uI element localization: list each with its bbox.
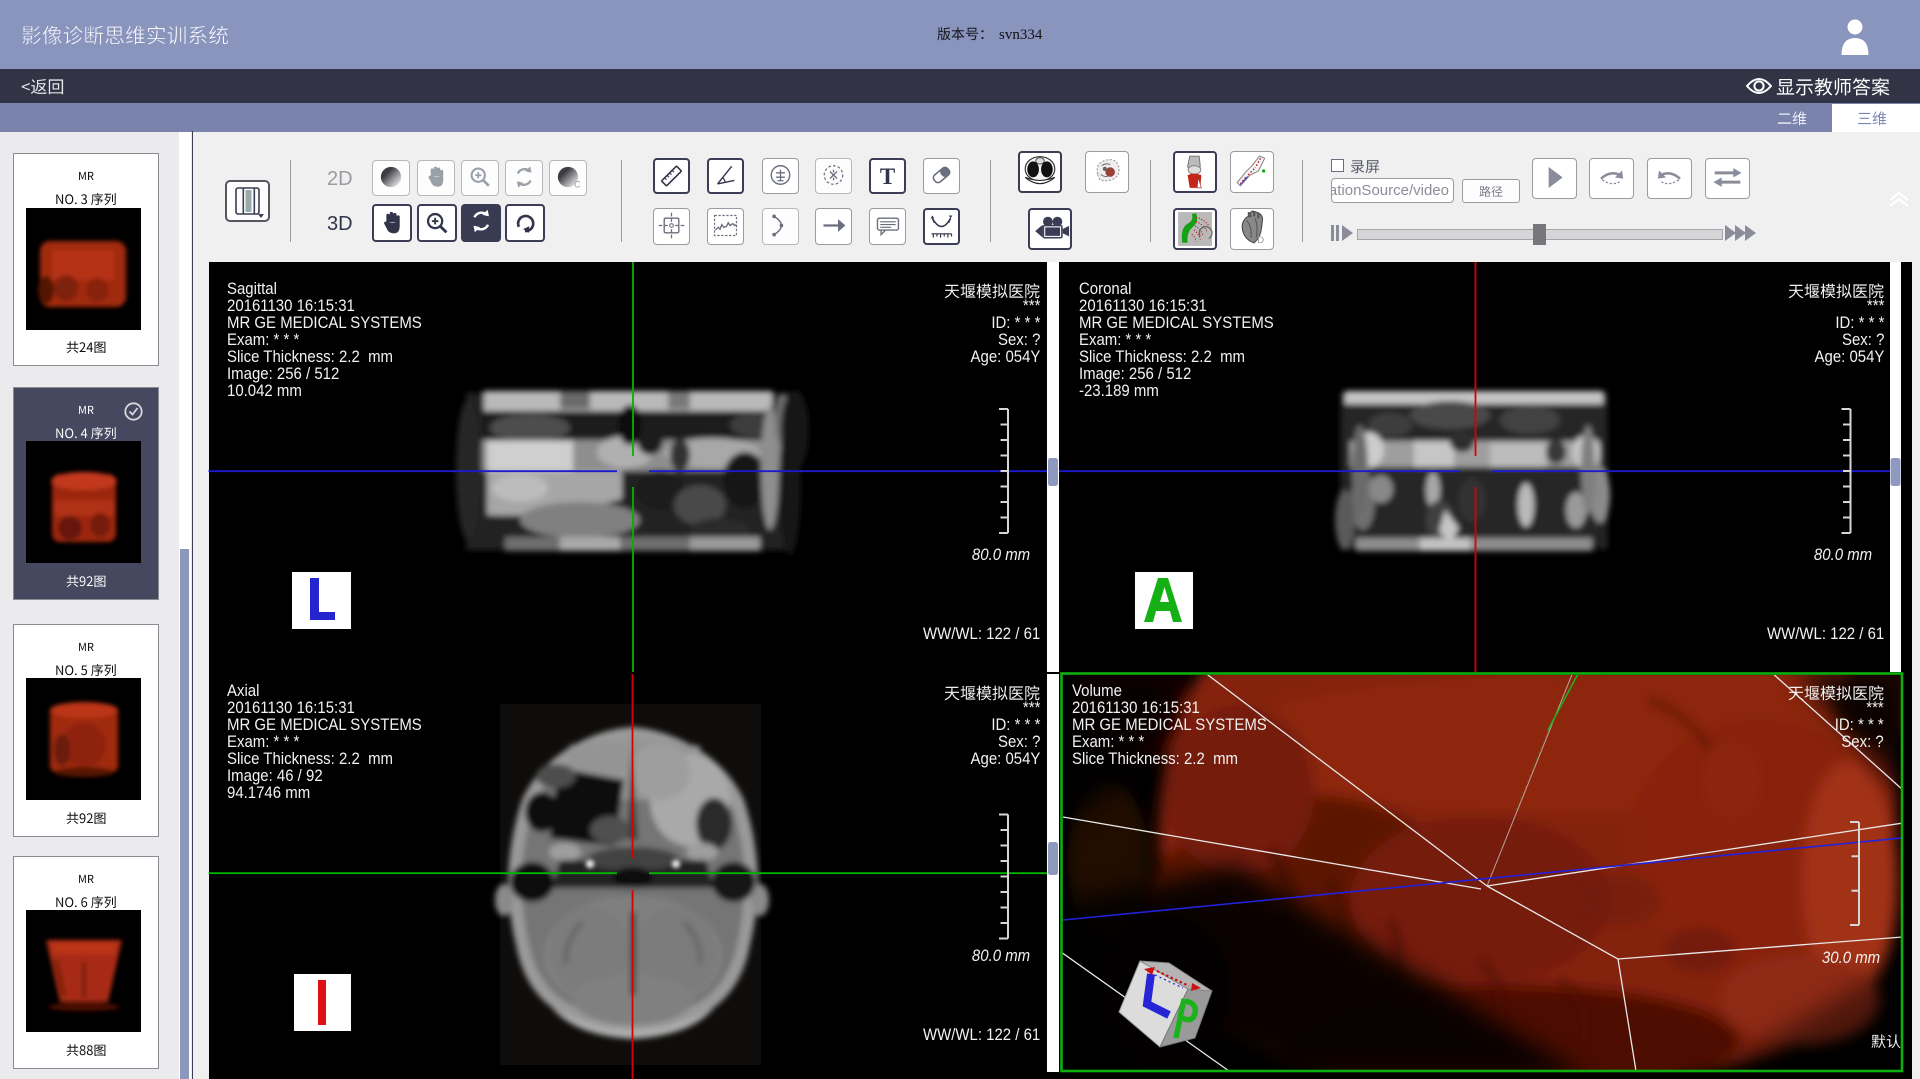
svg-text:T: T [880,164,895,189]
svg-text:C: C [574,180,581,190]
svg-text:D: D [1257,235,1264,246]
